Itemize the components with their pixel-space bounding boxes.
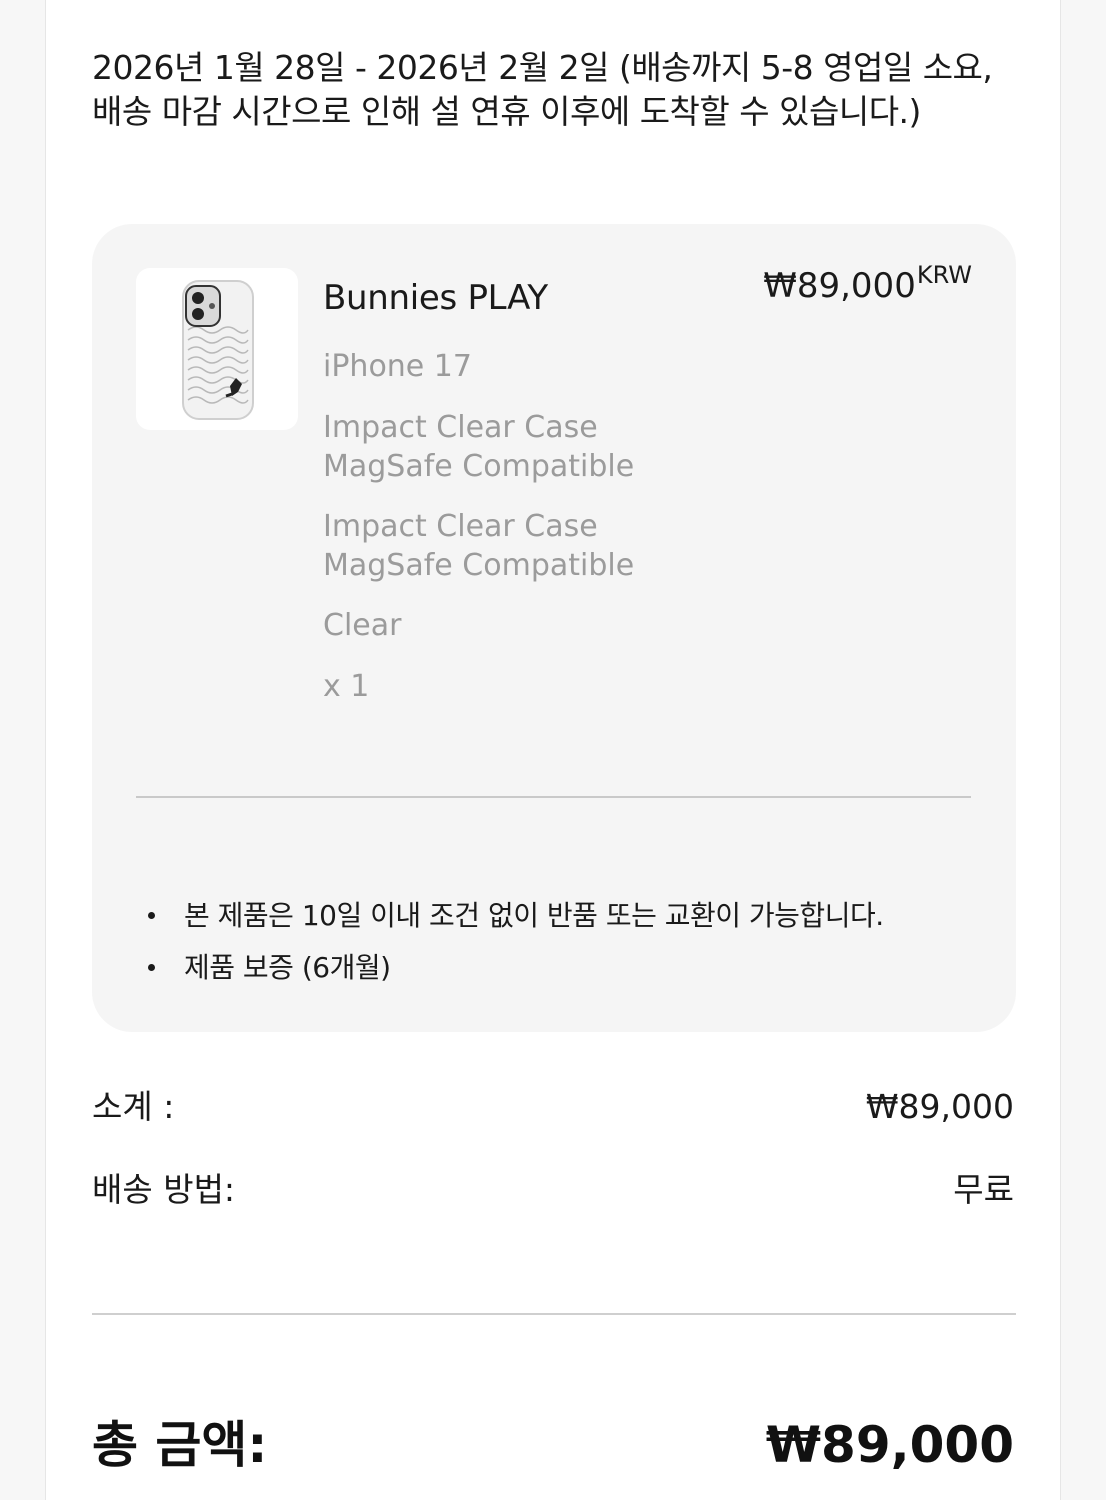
bullet-icon	[148, 912, 155, 919]
bullet-icon	[148, 964, 155, 971]
shipping-label: 배송 방법:	[92, 1170, 236, 1209]
item-quantity: x 1	[323, 669, 370, 704]
device-model: iPhone 17	[323, 349, 472, 384]
case-type-1: Impact Clear Case MagSafe Compatible	[323, 410, 635, 484]
price-amount: ₩89,000	[763, 266, 916, 306]
product-thumbnail[interactable]	[136, 268, 298, 430]
product-price: ₩89,000KRW	[763, 261, 972, 313]
subtotal-value: ₩89,000	[865, 1087, 1014, 1126]
case-color: Clear	[323, 608, 402, 643]
price-currency: KRW	[916, 261, 972, 289]
note-return-policy: 본 제품은 10일 이내 조건 없이 반품 또는 교환이 가능합니다.	[184, 899, 884, 932]
shipping-value: 무료	[953, 1170, 1014, 1209]
total-value: ₩89,000	[765, 1416, 1014, 1474]
subtotal-label: 소계 :	[92, 1087, 175, 1126]
list-item: 본 제품은 10일 이내 조건 없이 반품 또는 교환이 가능합니다.	[136, 890, 884, 942]
phone-case-icon	[182, 280, 254, 420]
list-item: 제품 보증 (6개월)	[136, 942, 884, 994]
delivery-estimate: 2026년 1월 28일 - 2026년 2월 2일 (배송까지 5-8 영업일…	[92, 48, 993, 131]
policy-notes: 본 제품은 10일 이내 조건 없이 반품 또는 교환이 가능합니다. 제품 보…	[136, 890, 884, 994]
order-summary-page: 2026년 1월 28일 - 2026년 2월 2일 (배송까지 5-8 영업일…	[45, 0, 1061, 1500]
summary-divider	[92, 1313, 1016, 1315]
total-label: 총 금액:	[92, 1416, 268, 1474]
note-warranty: 제품 보증 (6개월)	[184, 951, 391, 984]
product-name[interactable]: Bunnies PLAY	[323, 276, 548, 320]
case-type-2: Impact Clear Case MagSafe Compatible	[323, 509, 635, 583]
item-divider	[136, 796, 971, 798]
order-item-card: Bunnies PLAY ₩89,000KRW iPhone 17 Impact…	[92, 224, 1016, 1032]
